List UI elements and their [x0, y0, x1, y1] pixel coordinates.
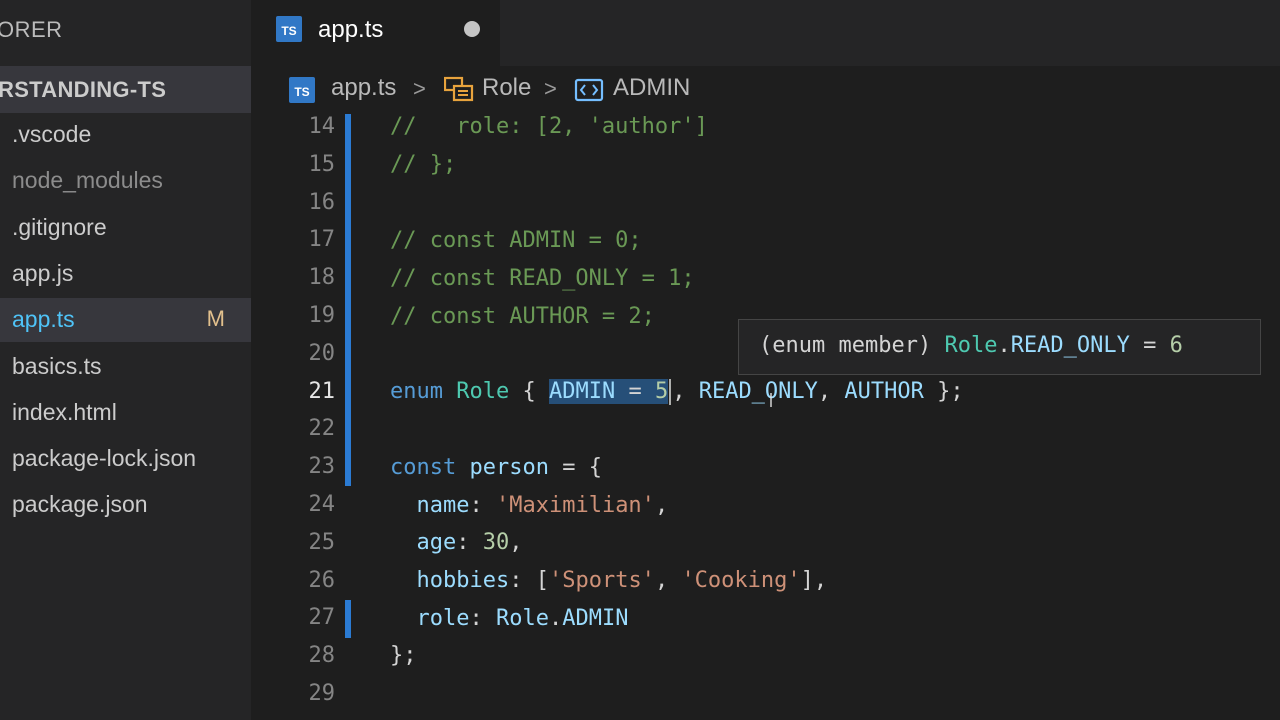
typescript-file-icon: TS	[276, 16, 302, 42]
line-number: 21	[308, 379, 336, 404]
explorer-sidebar: ORER RSTANDING-TS .vscode node_modules .gi…	[0, 0, 251, 720]
line-number: 29	[308, 681, 336, 706]
line-number: 15	[308, 152, 336, 177]
explorer-header: ORER	[0, 0, 251, 60]
file-item[interactable]: app.ts M	[0, 298, 251, 342]
unsaved-changes-dot-icon[interactable]	[464, 21, 480, 37]
modified-lines-gutter-marker	[345, 114, 351, 486]
file-name: index.html	[12, 399, 117, 425]
line-number: 19	[308, 303, 336, 328]
breadcrumb-typescript-icon: TS	[289, 77, 315, 103]
file-name: basics.ts	[12, 353, 102, 379]
code-line-26: hobbies: ['Sports', 'Cooking'],	[416, 568, 828, 593]
line-number: 20	[308, 341, 336, 366]
file-item[interactable]: basics.ts	[0, 345, 251, 389]
line-number: 14	[308, 114, 336, 139]
text-cursor	[669, 379, 672, 405]
line-number: 27	[308, 605, 336, 630]
file-item[interactable]: node_modules	[0, 159, 251, 203]
file-item[interactable]: .vscode	[0, 113, 251, 157]
tab-bar: TS app.ts	[251, 0, 1280, 66]
hover-tooltip-text: (enum member) Role.READ_ONLY = 6	[759, 333, 1183, 358]
breadcrumb-symbol-admin[interactable]: ADMIN	[613, 74, 690, 102]
code-line-25: age: 30,	[416, 530, 523, 555]
line-number: 25	[308, 530, 336, 555]
file-name: package.json	[12, 491, 148, 517]
line-number: 16	[308, 190, 336, 215]
file-name: app.js	[12, 260, 74, 286]
file-item[interactable]: app.js	[0, 252, 251, 296]
enum-symbol-icon	[444, 76, 474, 102]
code-line-27: role: Role.ADMIN	[416, 606, 629, 631]
file-item[interactable]: package.json	[0, 483, 251, 527]
project-folder-row[interactable]: RSTANDING-TS	[0, 66, 251, 113]
code-line-19: // const AUTHOR = 2;	[390, 304, 655, 329]
text-selection: ADMIN = 5	[548, 379, 669, 404]
breadcrumb-symbol-role[interactable]: Role	[482, 74, 531, 102]
breadcrumb-separator-icon: >	[413, 76, 426, 101]
modified-lines-gutter-marker	[345, 600, 351, 638]
file-name: .gitignore	[12, 214, 107, 240]
file-item[interactable]: .gitignore	[0, 206, 251, 250]
file-name: package-lock.json	[12, 445, 197, 471]
file-name: app.ts	[12, 306, 75, 332]
code-editor[interactable]: 14 15 16 17 18 19 20 21 22 23 24 25 26 27 28 29 // role…	[251, 114, 1280, 720]
file-item[interactable]: package-lock.json	[0, 437, 251, 481]
line-number: 24	[308, 492, 336, 517]
code-line-14: // role: [2, 'author']	[390, 114, 708, 139]
code-line-21: enum Role { ADMIN = 5, READ_ONLY, AUTHOR…	[390, 379, 964, 405]
line-number: 17	[308, 227, 336, 252]
code-line-23: const person = {	[390, 455, 602, 480]
line-number: 18	[308, 265, 336, 290]
code-line-24: name: 'Maximilian',	[416, 493, 669, 518]
breadcrumb-file[interactable]: app.ts	[331, 74, 396, 102]
file-item[interactable]: index.html	[0, 391, 251, 435]
git-modified-badge: M	[206, 306, 225, 331]
line-number: 26	[308, 568, 336, 593]
enum-member-icon	[574, 78, 604, 102]
tab-app-ts[interactable]: TS app.ts	[251, 0, 500, 66]
file-name: node_modules	[12, 167, 163, 193]
hover-tooltip: (enum member) Role.READ_ONLY = 6	[738, 319, 1261, 375]
code-line-28: };	[390, 643, 417, 668]
explorer-title: ORER	[0, 17, 63, 42]
project-folder-name: RSTANDING-TS	[0, 77, 167, 102]
code-line-15: // };	[390, 152, 457, 177]
code-line-17: // const ADMIN = 0;	[390, 228, 642, 253]
file-name: .vscode	[12, 121, 92, 147]
tab-label: app.ts	[318, 16, 384, 43]
breadcrumb: TS app.ts > Role > ADMIN	[251, 66, 1280, 114]
line-number: 23	[308, 454, 336, 479]
code-line-18: // const READ_ONLY = 1;	[390, 266, 695, 291]
line-number: 28	[308, 643, 336, 668]
breadcrumb-separator-icon: >	[544, 76, 557, 101]
text-mouse-pointer-icon	[770, 393, 772, 407]
line-number: 22	[308, 416, 336, 441]
